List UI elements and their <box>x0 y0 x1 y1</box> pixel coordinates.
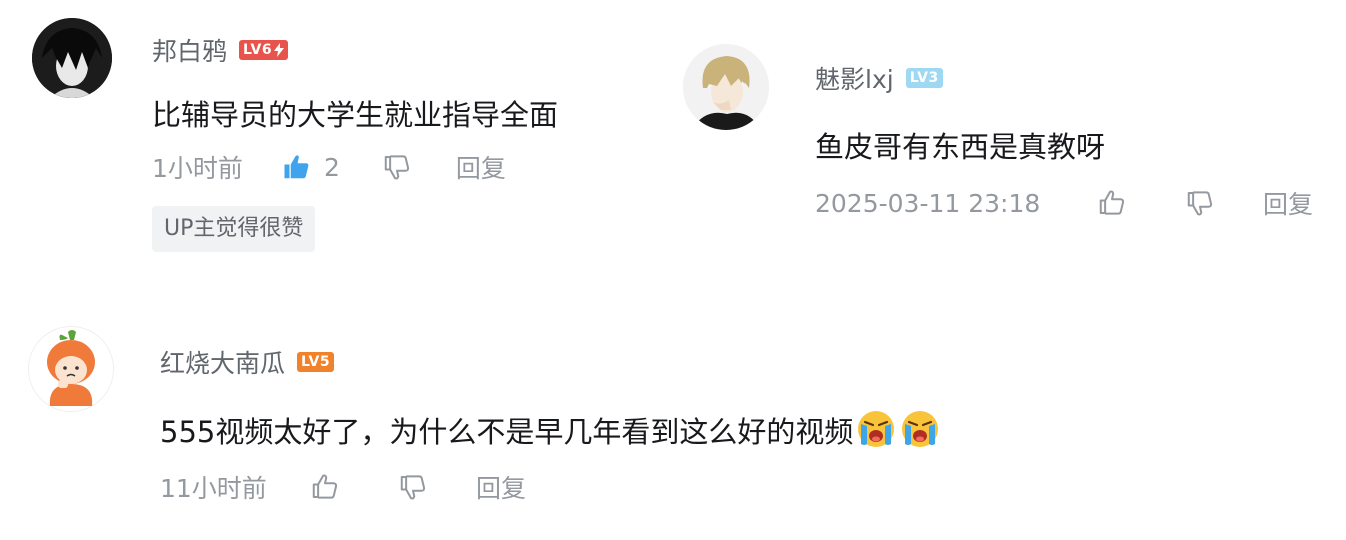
avatar[interactable] <box>32 18 112 98</box>
level-badge: LV3 <box>905 68 943 88</box>
username[interactable]: 红烧大南瓜 <box>160 344 285 380</box>
avatar[interactable] <box>28 326 114 412</box>
thumb-down-icon <box>382 152 412 182</box>
comment-text: 比辅导员的大学生就业指导全面 <box>152 98 559 132</box>
dislike-button[interactable] <box>1185 188 1215 218</box>
comment-text: 鱼皮哥有东西是真教呀 <box>815 130 1106 164</box>
level-text: LV5 <box>301 354 331 370</box>
thumb-up-icon <box>282 152 312 182</box>
username[interactable]: 邦白鸦 <box>152 32 227 68</box>
reply-button[interactable]: 回复 <box>1263 185 1313 221</box>
level-badge: LV6 <box>239 40 289 60</box>
thumb-down-icon <box>1185 188 1215 218</box>
comment-text-body: 555视频太好了，为什么不是早几年看到这么好的视频 <box>160 415 854 449</box>
thumb-up-icon <box>310 472 340 502</box>
thumb-down-icon <box>398 472 428 502</box>
reply-button[interactable]: 回复 <box>456 149 506 185</box>
dislike-button[interactable] <box>382 152 412 182</box>
dislike-button[interactable] <box>398 472 428 502</box>
comment-time: 2025-03-11 23:18 <box>815 188 1041 218</box>
level-badge: LV5 <box>297 352 335 372</box>
like-count: 2 <box>324 152 340 182</box>
level-text: LV6 <box>243 42 273 58</box>
like-button[interactable]: 2 <box>282 152 340 182</box>
avatar[interactable] <box>683 44 769 130</box>
comment-text: 555视频太好了，为什么不是早几年看到这么好的视频 <box>160 408 941 455</box>
like-button[interactable] <box>310 472 340 502</box>
thumb-up-icon <box>1097 188 1127 218</box>
like-button[interactable] <box>1097 188 1127 218</box>
lightning-icon <box>274 43 285 57</box>
comment-time: 11小时前 <box>160 474 267 503</box>
reply-button[interactable]: 回复 <box>476 469 526 505</box>
crying-emoji <box>899 408 941 455</box>
up-liked-badge: UP主觉得很赞 <box>152 206 316 252</box>
comment-time: 1小时前 <box>152 154 243 183</box>
username[interactable]: 魅影lxj <box>815 60 894 96</box>
crying-emoji <box>855 408 897 455</box>
level-text: LV3 <box>909 70 939 86</box>
